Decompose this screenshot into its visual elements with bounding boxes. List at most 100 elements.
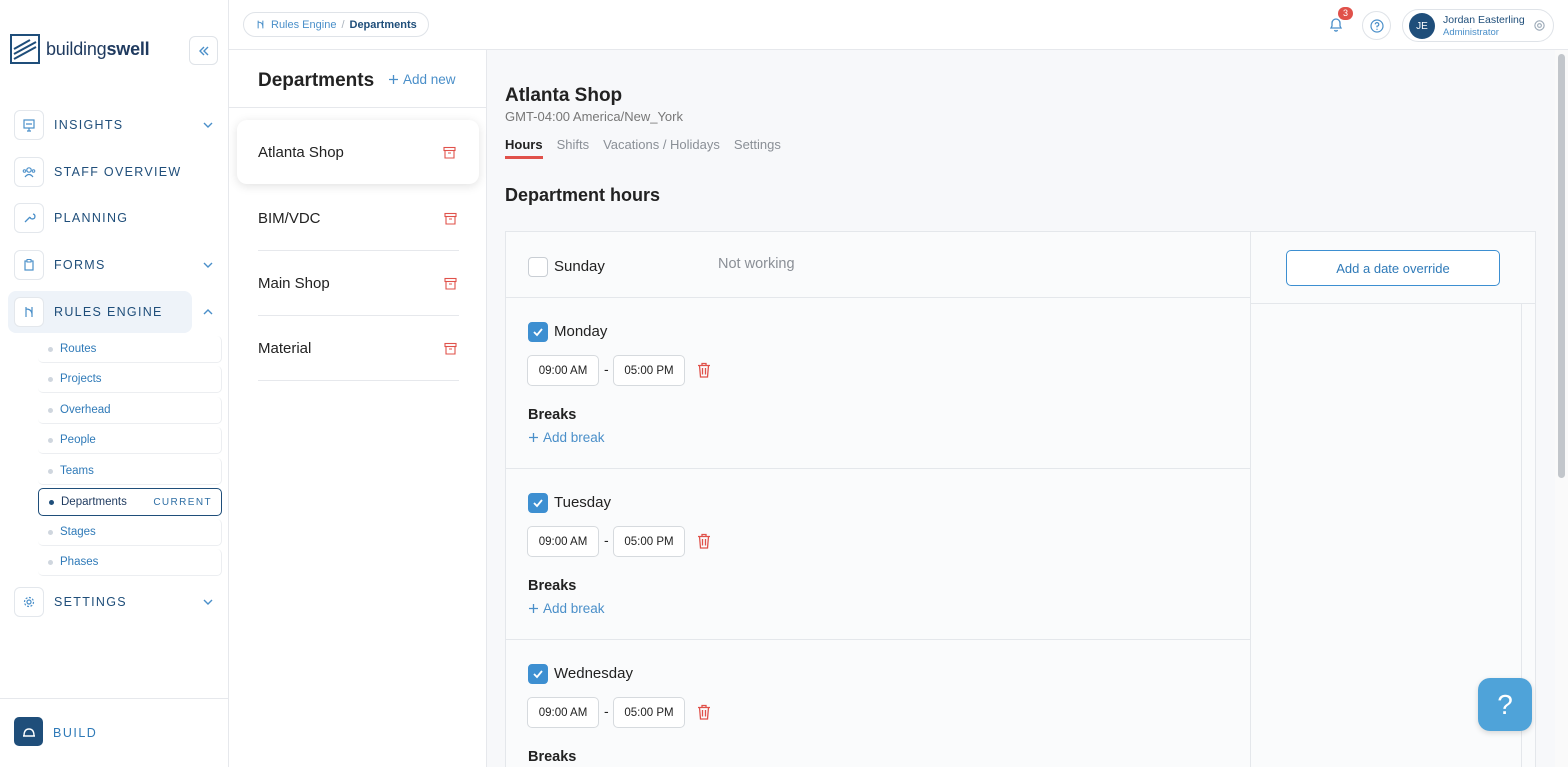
department-hours-card: Sunday Not working Monday 09:00 AM - 05:… [505,231,1536,767]
breaks-label: Breaks [528,578,577,594]
day-name: Sunday [554,258,605,275]
day-checkbox[interactable] [528,257,548,277]
nav-item-rules-engine[interactable]: RULES ENGINE [8,291,192,333]
day-checkbox[interactable] [528,322,548,342]
archive-icon[interactable] [444,342,457,355]
end-time-input[interactable]: 05:00 PM [613,355,685,386]
breadcrumb-current: Departments [349,18,417,31]
add-break-button[interactable]: Add break [528,430,605,445]
user-menu[interactable]: JE Jordan Easterling Administrator [1402,9,1554,42]
start-time-input[interactable]: 09:00 AM [527,355,599,386]
bullet-icon [48,437,53,443]
user-settings-icon [1533,19,1546,32]
nav-item-insights[interactable]: INSIGHTS [8,104,220,146]
nav-item-settings[interactable]: SETTINGS [8,581,220,623]
day-row-tuesday: Tuesday 09:00 AM - 05:00 PM Breaks Add b… [506,469,1250,640]
nav-label: PLANNING [54,211,129,225]
tab-shifts[interactable]: Shifts [557,137,590,159]
subnav-label: Overhead [60,404,111,416]
subnav-item-phases[interactable]: Phases [38,549,222,576]
nav-item-planning[interactable]: PLANNING [8,197,220,239]
department-list-title: Departments [258,70,375,91]
add-department-button[interactable]: Add new [388,72,456,87]
add-date-override-button[interactable]: Add a date override [1286,250,1500,286]
gear-icon [14,587,44,617]
bullet-icon [48,346,53,352]
archive-icon[interactable] [444,277,457,290]
tab-hours[interactable]: Hours [505,137,543,159]
bullet-icon [49,499,54,505]
end-time-input[interactable]: 05:00 PM [613,697,685,728]
build-link[interactable]: BUILD [53,726,97,740]
department-item-atlanta-shop[interactable]: Atlanta Shop [237,120,479,184]
nav-label: INSIGHTS [54,118,124,132]
add-break-button[interactable]: Add break [528,601,605,616]
logo[interactable]: buildingswell [10,34,150,64]
sidebar: buildingswell INSIGHTS STAFF OVERVIEW PL… [0,0,229,767]
help-chat-button[interactable]: ? [1478,678,1532,731]
trash-icon[interactable] [697,533,711,549]
trash-icon[interactable] [697,362,711,378]
subnav-label: Phases [60,556,99,568]
subnav-item-stages[interactable]: Stages [38,519,222,546]
logo-text: buildingswell [46,39,150,60]
nav-item-staff-overview[interactable]: STAFF OVERVIEW [8,151,220,193]
bullet-icon [48,529,53,535]
day-checkbox[interactable] [528,664,548,684]
topbar: Rules Engine / Departments 3 JE Jordan E… [229,0,1568,50]
tab-vacations-holidays[interactable]: Vacations / Holidays [603,137,720,159]
department-list-header: Departments Add new [229,50,487,108]
department-item-main-shop[interactable]: Main Shop [258,251,459,316]
bullet-icon [48,559,53,565]
nav-item-forms[interactable]: FORMS [8,244,220,286]
department-item-bim-vdc[interactable]: BIM/VDC [258,186,459,251]
buildingswell-logo-icon [10,34,40,64]
start-time-input[interactable]: 09:00 AM [527,697,599,728]
subnav-item-teams[interactable]: Teams [38,458,222,485]
subnav-item-departments[interactable]: Departments CURRENT [38,488,222,516]
bullet-icon [48,468,53,474]
archive-icon[interactable] [444,212,457,225]
day-row-monday: Monday 09:00 AM - 05:00 PM Breaks Add br… [506,298,1250,469]
trash-icon[interactable] [697,704,711,720]
archive-icon[interactable] [443,146,456,159]
subnav-item-projects[interactable]: Projects [38,366,222,393]
subnav-label: People [60,434,96,446]
collapse-sidebar-button[interactable] [189,36,218,65]
help-button[interactable] [1362,11,1391,40]
day-name: Wednesday [554,665,633,682]
time-range-separator: - [604,703,609,719]
day-checkbox[interactable] [528,493,548,513]
nav-label: SETTINGS [54,595,127,609]
add-new-label: Add new [403,72,456,87]
scrollbar-thumb[interactable] [1558,54,1565,478]
breaks-label: Breaks [528,407,577,423]
breadcrumb-parent-link[interactable]: Rules Engine [271,19,336,31]
nav-label: FORMS [54,258,106,272]
subnav-item-routes[interactable]: Routes [38,336,222,363]
route-icon [255,19,266,30]
chevron-down-icon [202,259,214,271]
detail-tabs: Hours Shifts Vacations / Holidays Settin… [505,137,781,159]
department-detail: Atlanta Shop GMT-04:00 America/New_York … [487,50,1555,767]
department-name: Material [258,339,312,357]
route-icon [14,297,44,327]
tab-settings[interactable]: Settings [734,137,781,159]
end-time-input[interactable]: 05:00 PM [613,526,685,557]
time-range-separator: - [604,532,609,548]
subnav-label: Teams [60,465,94,477]
chevron-up-icon[interactable] [202,306,214,318]
hardhat-icon[interactable] [14,717,43,746]
start-time-input[interactable]: 09:00 AM [527,526,599,557]
department-item-material[interactable]: Material [258,316,459,381]
add-break-label: Add break [543,430,605,445]
plus-icon [528,603,539,614]
chevron-down-icon [202,596,214,608]
plus-icon [388,74,399,85]
day-status: Not working [718,256,795,272]
wrench-icon [14,203,44,233]
subnav-item-overhead[interactable]: Overhead [38,397,222,424]
subnav-item-people[interactable]: People [38,427,222,454]
breaks-label: Breaks [528,749,577,765]
bullet-icon [48,376,53,382]
